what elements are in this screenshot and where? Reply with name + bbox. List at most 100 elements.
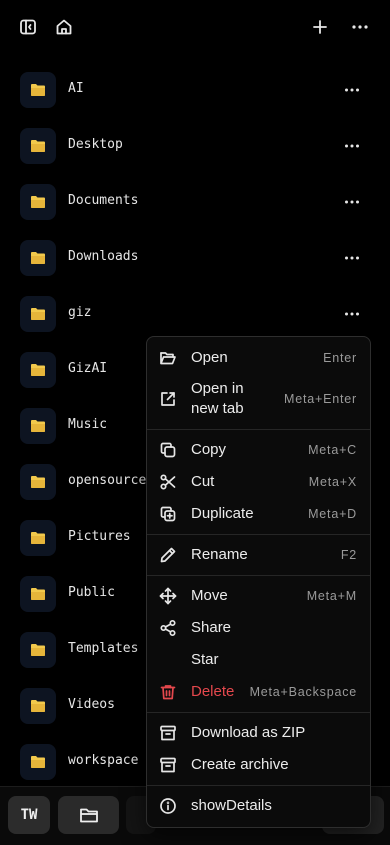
info-icon — [159, 797, 177, 815]
folder-tile — [20, 520, 56, 556]
menu-item-label: showDetails — [191, 797, 272, 814]
menu-item-shortcut: Meta+M — [306, 589, 357, 603]
menu-item-label: Move — [191, 587, 228, 604]
file-name: AI — [68, 81, 84, 96]
duplicate-icon — [159, 505, 177, 523]
menu-item-shortcut: Meta+X — [308, 475, 357, 489]
share-icon — [159, 619, 177, 637]
folder-outline-icon — [79, 808, 98, 823]
menu-item-label: Rename — [191, 546, 248, 563]
menu-item-label: Share — [191, 619, 232, 636]
menu-item-delete[interactable]: Delete Meta+Backspace — [147, 676, 370, 708]
folder-tile — [20, 240, 56, 276]
add-button[interactable] — [308, 15, 332, 39]
file-name: GizAI — [68, 361, 108, 376]
folder-open-icon — [159, 349, 177, 367]
menu-item-cut[interactable]: Cut Meta+X — [147, 466, 370, 498]
menu-item-download-zip[interactable]: Download as ZIP — [147, 717, 370, 749]
menu-item-label: Open — [191, 349, 228, 366]
folder-icon — [31, 588, 45, 600]
file-name: Music — [68, 417, 108, 432]
file-name: Downloads — [68, 249, 139, 264]
folder-tile — [20, 744, 56, 780]
folder-tile — [20, 632, 56, 668]
folder-icon — [31, 308, 45, 320]
row-more-button[interactable] — [340, 134, 364, 158]
more-options-button[interactable] — [348, 15, 372, 39]
row-more-button[interactable] — [340, 190, 364, 214]
menu-item-create-archive[interactable]: Create archive — [147, 749, 370, 781]
file-row[interactable]: Documents — [0, 174, 390, 230]
archive-icon — [159, 724, 177, 742]
more-horizontal-icon — [352, 25, 368, 29]
file-row[interactable]: Desktop — [0, 118, 390, 174]
file-row[interactable]: giz — [0, 286, 390, 342]
row-more-button[interactable] — [340, 78, 364, 102]
file-name: Templates — [68, 641, 139, 656]
folder-icon — [31, 756, 45, 768]
file-name: Pictures — [68, 529, 131, 544]
pencil-icon — [159, 546, 177, 564]
menu-item-show-details[interactable]: showDetails — [147, 790, 370, 822]
menu-item-shortcut: Meta+Backspace — [249, 685, 357, 699]
menu-item-label: Delete — [191, 683, 235, 700]
context-menu: Open Enter Open in new tab Meta+Enter Co… — [146, 336, 371, 828]
menu-item-star[interactable]: Star — [147, 644, 370, 676]
folder-icon — [31, 476, 45, 488]
folder-tile — [20, 688, 56, 724]
menu-item-share[interactable]: Share — [147, 612, 370, 644]
more-horizontal-icon — [345, 144, 359, 148]
folder-icon — [31, 196, 45, 208]
home-button[interactable] — [52, 15, 76, 39]
menu-item-move[interactable]: Move Meta+M — [147, 580, 370, 612]
trash-icon — [159, 683, 177, 701]
archive-icon — [159, 756, 177, 774]
menu-item-label: Duplicate — [191, 505, 254, 522]
file-name: workspace — [68, 753, 139, 768]
files-tab-button[interactable] — [58, 796, 119, 834]
menu-separator — [147, 429, 370, 430]
folder-icon — [31, 700, 45, 712]
menu-separator — [147, 712, 370, 713]
sidebar-toggle-button[interactable] — [16, 15, 40, 39]
folder-tile — [20, 576, 56, 612]
file-name: Videos — [68, 697, 115, 712]
folder-tile — [20, 184, 56, 220]
file-row[interactable]: Downloads — [0, 230, 390, 286]
more-horizontal-icon — [345, 256, 359, 260]
menu-item-rename[interactable]: Rename F2 — [147, 539, 370, 571]
folder-tile — [20, 296, 56, 332]
folder-icon — [31, 252, 45, 264]
menu-item-label: Copy — [191, 441, 227, 458]
menu-item-duplicate[interactable]: Duplicate Meta+D — [147, 498, 370, 530]
more-horizontal-icon — [345, 312, 359, 316]
menu-item-open[interactable]: Open Enter — [147, 342, 370, 374]
file-name: giz — [68, 305, 92, 320]
file-row[interactable]: AI — [0, 62, 390, 118]
top-toolbar — [0, 0, 390, 54]
menu-item-shortcut: F2 — [340, 548, 357, 562]
file-name: Public — [68, 585, 115, 600]
row-more-button[interactable] — [340, 302, 364, 326]
folder-tile — [20, 128, 56, 164]
menu-item-shortcut: Meta+C — [308, 443, 357, 457]
menu-item-label: Star — [191, 651, 219, 668]
menu-item-label: Create archive — [191, 756, 289, 773]
file-name: opensource — [68, 473, 147, 488]
move-arrows-icon — [159, 587, 177, 605]
folder-icon — [31, 420, 45, 432]
menu-item-shortcut: Enter — [323, 351, 357, 365]
scissors-icon — [159, 473, 177, 491]
more-horizontal-icon — [345, 88, 359, 92]
menu-item-open-new-tab[interactable]: Open in new tab Meta+Enter — [147, 378, 370, 420]
folder-icon — [31, 532, 45, 544]
menu-item-label: Cut — [191, 473, 215, 490]
menu-item-copy[interactable]: Copy Meta+C — [147, 434, 370, 466]
menu-separator — [147, 785, 370, 786]
row-more-button[interactable] — [340, 246, 364, 270]
avatar[interactable]: TW — [8, 796, 50, 834]
folder-tile — [20, 352, 56, 388]
file-name: Documents — [68, 193, 139, 208]
external-link-icon — [159, 390, 177, 408]
menu-separator — [147, 575, 370, 576]
